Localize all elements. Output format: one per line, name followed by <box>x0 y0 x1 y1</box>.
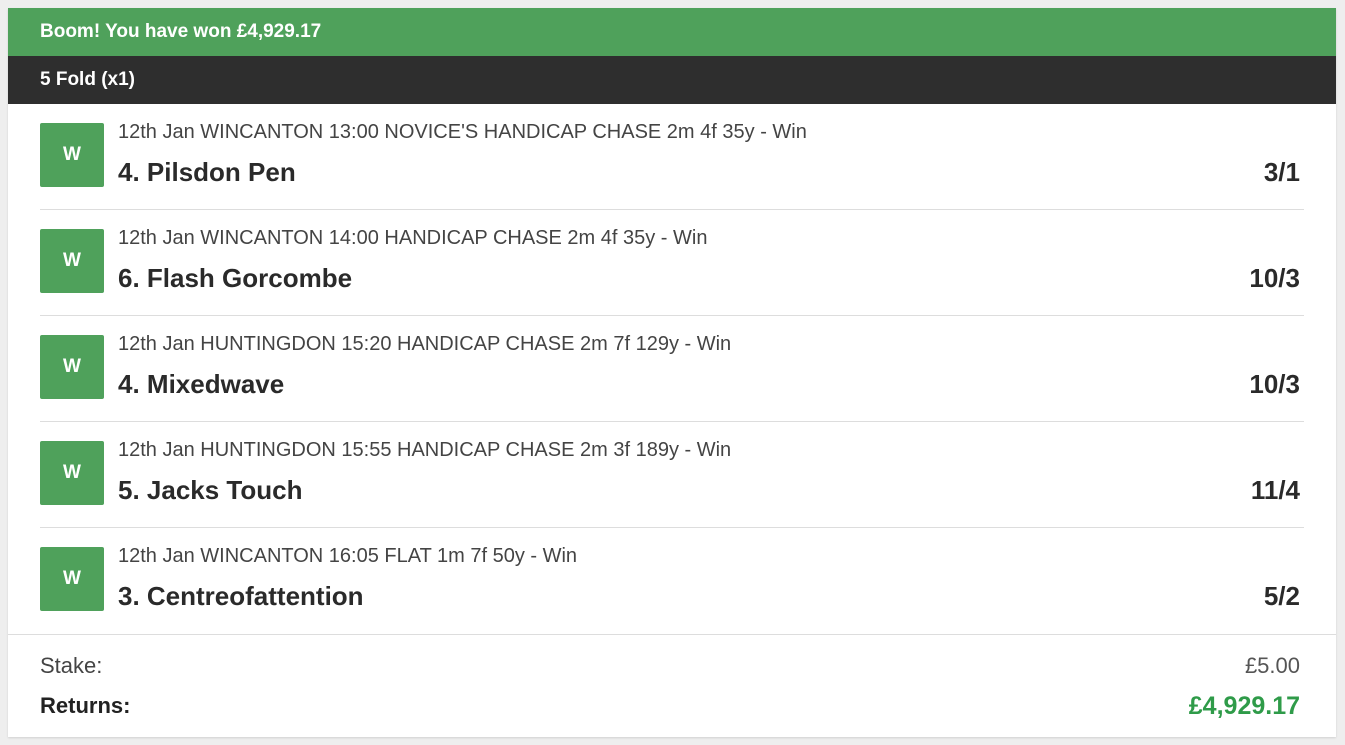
runner-name: 3. Centreofattention <box>118 581 364 611</box>
race-description: 12th Jan HUNTINGDON 15:20 HANDICAP CHASE… <box>118 333 732 355</box>
bet-leg: W 12th Jan HUNTINGDON 15:55 HANDICAP CHA… <box>40 422 1304 528</box>
bet-type-header: 5 Fold (x1) <box>8 56 1336 104</box>
returns-value: £4,929.17 <box>1188 692 1300 720</box>
race-description: 12th Jan WINCANTON 14:00 HANDICAP CHASE … <box>118 227 708 249</box>
win-status-badge: W <box>40 547 104 611</box>
bet-leg: W 12th Jan WINCANTON 16:05 FLAT 1m 7f 50… <box>40 528 1304 634</box>
win-status-badge: W <box>40 229 104 293</box>
runner-odds: 3/1 <box>1263 157 1300 187</box>
stake-value: £5.00 <box>1244 653 1300 678</box>
runner-odds: 10/3 <box>1249 263 1300 293</box>
bet-legs-list: W 12th Jan WINCANTON 13:00 NOVICE'S HAND… <box>8 104 1336 634</box>
stake-label: Stake: <box>40 653 103 678</box>
bet-leg: W 12th Jan WINCANTON 14:00 HANDICAP CHAS… <box>40 210 1304 316</box>
win-status-badge: W <box>40 123 104 187</box>
runner-name: 4. Pilsdon Pen <box>118 157 296 187</box>
bet-receipt-card: Boom! You have won £4,929.17 5 Fold (x1)… <box>8 8 1336 737</box>
runner-odds: 5/2 <box>1263 581 1300 611</box>
race-description: 12th Jan HUNTINGDON 15:55 HANDICAP CHASE… <box>118 439 732 461</box>
bet-leg: W 12th Jan HUNTINGDON 15:20 HANDICAP CHA… <box>40 316 1304 422</box>
runner-odds: 11/4 <box>1250 475 1300 505</box>
runner-name: 4. Mixedwave <box>118 369 285 399</box>
win-status-badge: W <box>40 441 104 505</box>
win-banner: Boom! You have won £4,929.17 <box>8 8 1336 56</box>
runner-name: 6. Flash Gorcombe <box>118 263 353 293</box>
bet-leg: W 12th Jan WINCANTON 13:00 NOVICE'S HAND… <box>40 104 1304 210</box>
win-status-badge: W <box>40 335 104 399</box>
bet-summary: Stake: £5.00 Returns: £4,929.17 <box>8 634 1336 737</box>
runner-name: 5. Jacks Touch <box>118 475 303 505</box>
runner-odds: 10/3 <box>1249 369 1300 399</box>
race-description: 12th Jan WINCANTON 16:05 FLAT 1m 7f 50y … <box>118 545 578 567</box>
race-description: 12th Jan WINCANTON 13:00 NOVICE'S HANDIC… <box>118 121 807 143</box>
returns-label: Returns: <box>40 693 131 718</box>
